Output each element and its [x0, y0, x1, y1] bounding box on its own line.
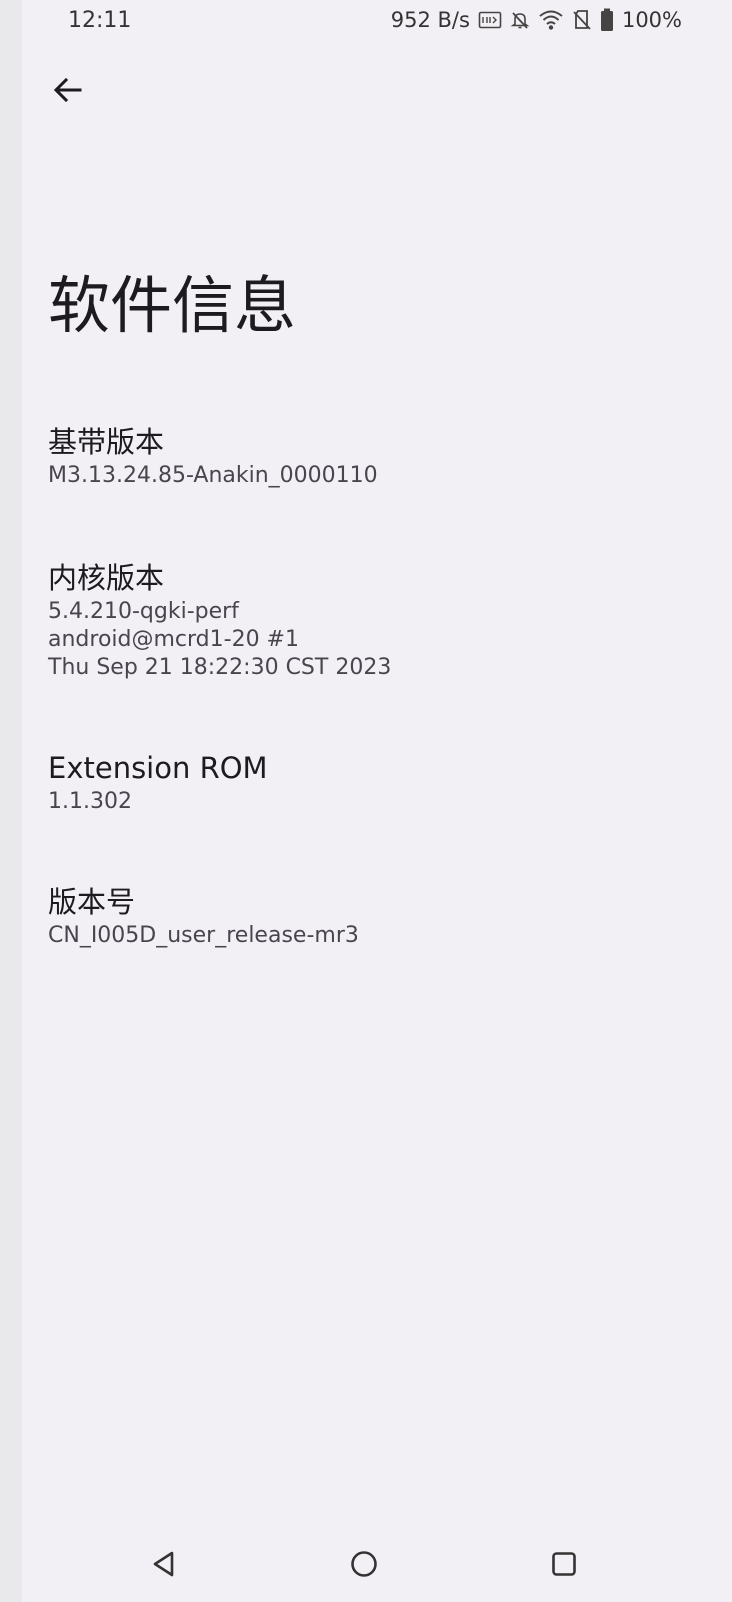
item-label: 基带版本 [48, 425, 165, 459]
nav-back-triangle-icon [153, 1551, 174, 1577]
extension-rom-item[interactable]: Extension ROM 1.1.302 [48, 748, 688, 816]
nav-back-button[interactable] [140, 1540, 188, 1588]
battery-icon [600, 8, 614, 32]
net-speed: 952 B/s [390, 8, 470, 32]
item-value: 1.1.302 [48, 789, 132, 814]
kernel-version-item[interactable]: 内核版本 5.4.210-qgki-perf android@mcrd1-20 … [48, 558, 688, 682]
page-title: 软件信息 [48, 269, 297, 342]
item-value-line: 5.4.210-qgki-perf [48, 599, 239, 624]
battery-percent: 100% [621, 8, 682, 32]
item-value-line: android@mcrd1-20 #1 [48, 627, 299, 652]
baseband-version-item[interactable]: 基带版本 M3.13.24.85-Anakin_0000110 [48, 422, 688, 490]
item-value: CN_I005D_user_release-mr3 [48, 923, 359, 948]
nav-recents-square-icon [552, 1552, 576, 1576]
nav-home-circle-icon [351, 1551, 377, 1577]
nav-home-button[interactable] [340, 1540, 388, 1588]
status-bar: 12:11 952 B/s 100% [22, 0, 732, 44]
item-label: 内核版本 [48, 561, 165, 595]
item-label: Extension ROM [48, 751, 268, 785]
settings-screen: 12:11 952 B/s 100% 软件信息 基带版本 M3.13.24.85… [22, 0, 732, 1602]
wifi-icon [538, 9, 564, 31]
nav-recents-button[interactable] [540, 1540, 588, 1588]
build-number-item[interactable]: 版本号 CN_I005D_user_release-mr3 [48, 882, 688, 950]
mute-bell-icon [510, 10, 530, 30]
no-sim-icon [572, 9, 592, 31]
status-time: 12:11 [68, 8, 132, 33]
volte-icon [478, 10, 502, 30]
back-button[interactable] [46, 68, 90, 112]
item-value: M3.13.24.85-Anakin_0000110 [48, 463, 378, 488]
arrow-left-icon [53, 77, 82, 103]
status-icons: 952 B/s 100% [391, 8, 682, 32]
item-value-line: Thu Sep 21 18:22:30 CST 2023 [48, 655, 392, 680]
item-label: 版本号 [48, 885, 136, 919]
navigation-bar [22, 1526, 732, 1602]
